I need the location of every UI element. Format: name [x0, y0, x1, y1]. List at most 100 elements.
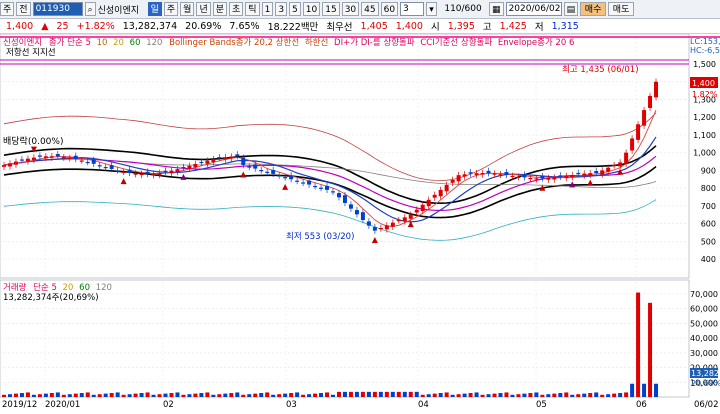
volume-bar: [103, 393, 108, 397]
volume-bar: [187, 394, 192, 397]
volume-bar: [354, 391, 359, 397]
period-week-tab[interactable]: 주: [163, 2, 179, 16]
candle-body: [378, 227, 383, 230]
candle-body: [372, 227, 377, 231]
candle-body: [277, 175, 282, 177]
candle-body: [2, 165, 6, 167]
volume-bar: [336, 391, 341, 397]
volume-bar: [325, 392, 330, 397]
change-arrow-icon: ▲: [41, 20, 49, 32]
chevron-down-icon[interactable]: ▾: [426, 2, 438, 16]
candle-body: [384, 225, 389, 230]
settings-icon[interactable]: ▦: [489, 2, 504, 16]
candle-body: [630, 138, 635, 151]
interval-5[interactable]: 5: [289, 2, 301, 16]
volume-bar: [25, 392, 30, 397]
period-second-tab[interactable]: 초: [229, 2, 244, 16]
calendar-icon[interactable]: ▤: [563, 2, 579, 16]
candle-body: [43, 156, 48, 159]
search-icon[interactable]: ⌕: [84, 2, 96, 16]
volume-bar: [175, 392, 180, 397]
price-tick-label: 1,100: [693, 131, 716, 140]
volume-tick-label: 40,000: [690, 334, 718, 343]
trade-amount: 18.222백만: [267, 22, 319, 33]
candle-body: [636, 124, 641, 140]
candle-body: [432, 194, 437, 198]
candle-body: [390, 222, 395, 227]
interval-10[interactable]: 10: [302, 2, 321, 16]
candle-body: [618, 162, 623, 167]
volume-legend: 거래량 단순 5 20 60 120: [3, 282, 112, 293]
candle-body: [127, 169, 132, 173]
period-day-tab[interactable]: 일: [147, 2, 162, 16]
price-tick-label: 700: [701, 202, 716, 211]
volume-bar: [97, 394, 102, 397]
interval-30[interactable]: 30: [341, 2, 360, 16]
interval-3[interactable]: 3: [275, 2, 288, 16]
quote-bar: 1,400 ▲ 25 +1.82% 13,282,374 20.69% 7.65…: [0, 19, 720, 34]
stock-chart[interactable]: 1,5001,4001,3001,2001,1001,0009008007006…: [0, 33, 720, 411]
legend-bollinger: Bollinger Bands종가 20,2 상한선: [169, 37, 299, 48]
candle-body: [552, 177, 557, 180]
menu-button[interactable]: 주: [0, 2, 15, 16]
volume: 13,282,374: [122, 20, 178, 32]
candle-body: [109, 165, 114, 169]
candle-body: [31, 157, 36, 161]
candle-body: [336, 193, 341, 198]
volume-bar: [534, 392, 539, 397]
volume-bar: [265, 392, 270, 397]
candle-body: [331, 191, 335, 193]
candle-body: [528, 178, 533, 180]
volume-bar: [55, 392, 60, 397]
chart-area[interactable]: 1,5001,4001,3001,2001,1001,0009008007006…: [0, 33, 720, 411]
volume-panel[interactable]: [0, 279, 690, 398]
period-month-tab[interactable]: 월: [180, 2, 195, 16]
min-label: 최저 553 (03/20): [286, 231, 354, 242]
volume-bar: [295, 392, 300, 397]
interval-1[interactable]: 1: [261, 2, 274, 16]
legend-cci: CCI기준선 상향돌파: [420, 37, 492, 48]
low-label: 저: [534, 22, 544, 33]
price-tick-label: 500: [701, 237, 716, 246]
volume-bar: [480, 394, 485, 397]
interval-45[interactable]: 45: [361, 2, 379, 16]
interval-input[interactable]: 3: [400, 2, 425, 16]
candle-body: [396, 220, 401, 222]
volume-bar: [127, 394, 132, 397]
candle-body: [558, 175, 563, 177]
candle-body: [37, 155, 42, 157]
period-year-tab[interactable]: 년: [196, 2, 211, 16]
volume-bar: [151, 394, 156, 397]
turnover-percent: 20.69%: [185, 20, 222, 32]
candle-body: [540, 176, 545, 179]
buy-button[interactable]: 매수: [580, 2, 607, 16]
volume-bar: [384, 391, 389, 397]
volume-legend-ma60: 60: [79, 283, 90, 293]
mode-button[interactable]: 전: [16, 2, 31, 16]
volume-bar: [546, 394, 551, 397]
stock-code-input[interactable]: 011930: [32, 2, 83, 16]
volume-bar: [241, 394, 246, 397]
candle-body: [360, 212, 365, 220]
date-input[interactable]: 2020/06/02: [505, 2, 562, 16]
legend-ma5: 종가 단순 5: [49, 37, 91, 48]
volume-bar: [85, 392, 90, 397]
interval-60[interactable]: 60: [380, 2, 399, 16]
candle-body: [408, 214, 413, 219]
candle-body: [85, 161, 90, 164]
period-tick-tab[interactable]: 틱: [245, 2, 260, 16]
volume-bar: [510, 394, 515, 397]
candle-body: [49, 156, 54, 158]
period-minute-tab[interactable]: 분: [212, 2, 228, 16]
volume-bar: [420, 394, 425, 397]
candle-body: [133, 173, 138, 175]
interval-15[interactable]: 15: [322, 2, 340, 16]
volume-bar: [516, 394, 521, 397]
price-tick-label: 1,500: [693, 60, 716, 69]
volume-bar: [570, 394, 575, 397]
candle-body: [414, 209, 419, 213]
price-tick-label: 900: [701, 166, 716, 175]
sell-button[interactable]: 매도: [608, 2, 635, 16]
company-name: 신성이엔지: [97, 5, 140, 16]
volume-bar: [654, 383, 659, 397]
